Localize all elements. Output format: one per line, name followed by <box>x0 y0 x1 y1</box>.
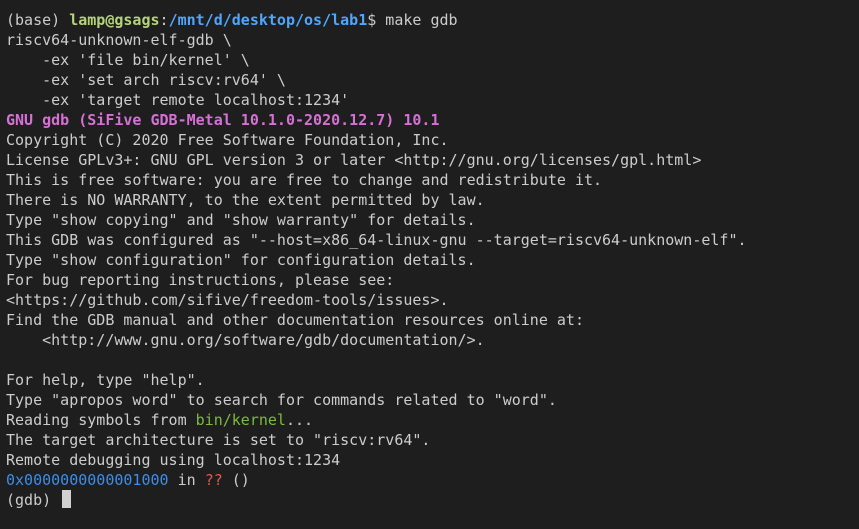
frame-args: () <box>222 471 250 489</box>
frame-line: 0x0000000000001000 in ?? () <box>6 470 859 490</box>
command-line: -ex 'set arch riscv:rv64' \ <box>6 71 286 89</box>
reading-suffix: ... <box>285 411 314 429</box>
output-line: License GPLv3+: GNU GPL version 3 or lat… <box>6 151 702 169</box>
shell-prompt-line: (base) lamp@gsags:/mnt/d/desktop/os/lab1… <box>6 10 859 30</box>
output-line: This is free software: you are free to c… <box>6 171 603 189</box>
frame-address: 0x0000000000001000 <box>6 471 169 489</box>
output-line: Type "show configuration" for configurat… <box>6 251 476 269</box>
reading-symbols-line: Reading symbols from bin/kernel... <box>6 410 859 430</box>
output-line: Remote debugging using localhost:1234 <box>6 451 341 469</box>
output-line: This GDB was configured as "--host=x86_6… <box>6 231 747 249</box>
prompt-separator: : <box>159 11 169 29</box>
gdb-banner: GNU gdb (SiFive GDB-Metal 10.1.0-2020.12… <box>6 111 440 129</box>
output-line: Copyright (C) 2020 Free Software Foundat… <box>6 131 449 149</box>
frame-function: ?? <box>204 471 223 489</box>
output-line: For help, type "help". <box>6 371 205 389</box>
output-line: <https://github.com/sifive/freedom-tools… <box>6 291 449 309</box>
text-cursor[interactable] <box>62 490 72 508</box>
output-line: Type "apropos word" to search for comman… <box>6 391 557 409</box>
output-line: The target architecture is set to "riscv… <box>6 431 431 449</box>
current-path: /mnt/d/desktop/os/lab1 <box>168 11 368 29</box>
shell-command: make gdb <box>376 11 458 29</box>
frame-in: in <box>168 471 205 489</box>
command-line: -ex 'target remote localhost:1234' <box>6 91 350 109</box>
output-line: <http://www.gnu.org/software/gdb/documen… <box>6 331 485 349</box>
reading-prefix: Reading symbols from <box>6 411 196 429</box>
output-line: There is NO WARRANTY, to the extent perm… <box>6 191 485 209</box>
output-line: Type "show copying" and "show warranty" … <box>6 211 476 229</box>
gdb-prompt-line[interactable]: (gdb) <box>6 490 859 510</box>
command-line: -ex 'file bin/kernel' \ <box>6 51 250 69</box>
prompt-symbol: $ <box>367 11 377 29</box>
command-line: riscv64-unknown-elf-gdb \ <box>6 31 232 49</box>
conda-env: (base) <box>6 11 61 29</box>
kernel-file: bin/kernel <box>195 411 286 429</box>
output-line: Find the GDB manual and other documentat… <box>6 311 584 329</box>
gdb-prompt: (gdb) <box>6 491 61 509</box>
user-host: lamp@gsags <box>69 11 160 29</box>
output-line: For bug reporting instructions, please s… <box>6 271 395 289</box>
terminal-window[interactable]: (base) lamp@gsags:/mnt/d/desktop/os/lab1… <box>0 0 859 529</box>
